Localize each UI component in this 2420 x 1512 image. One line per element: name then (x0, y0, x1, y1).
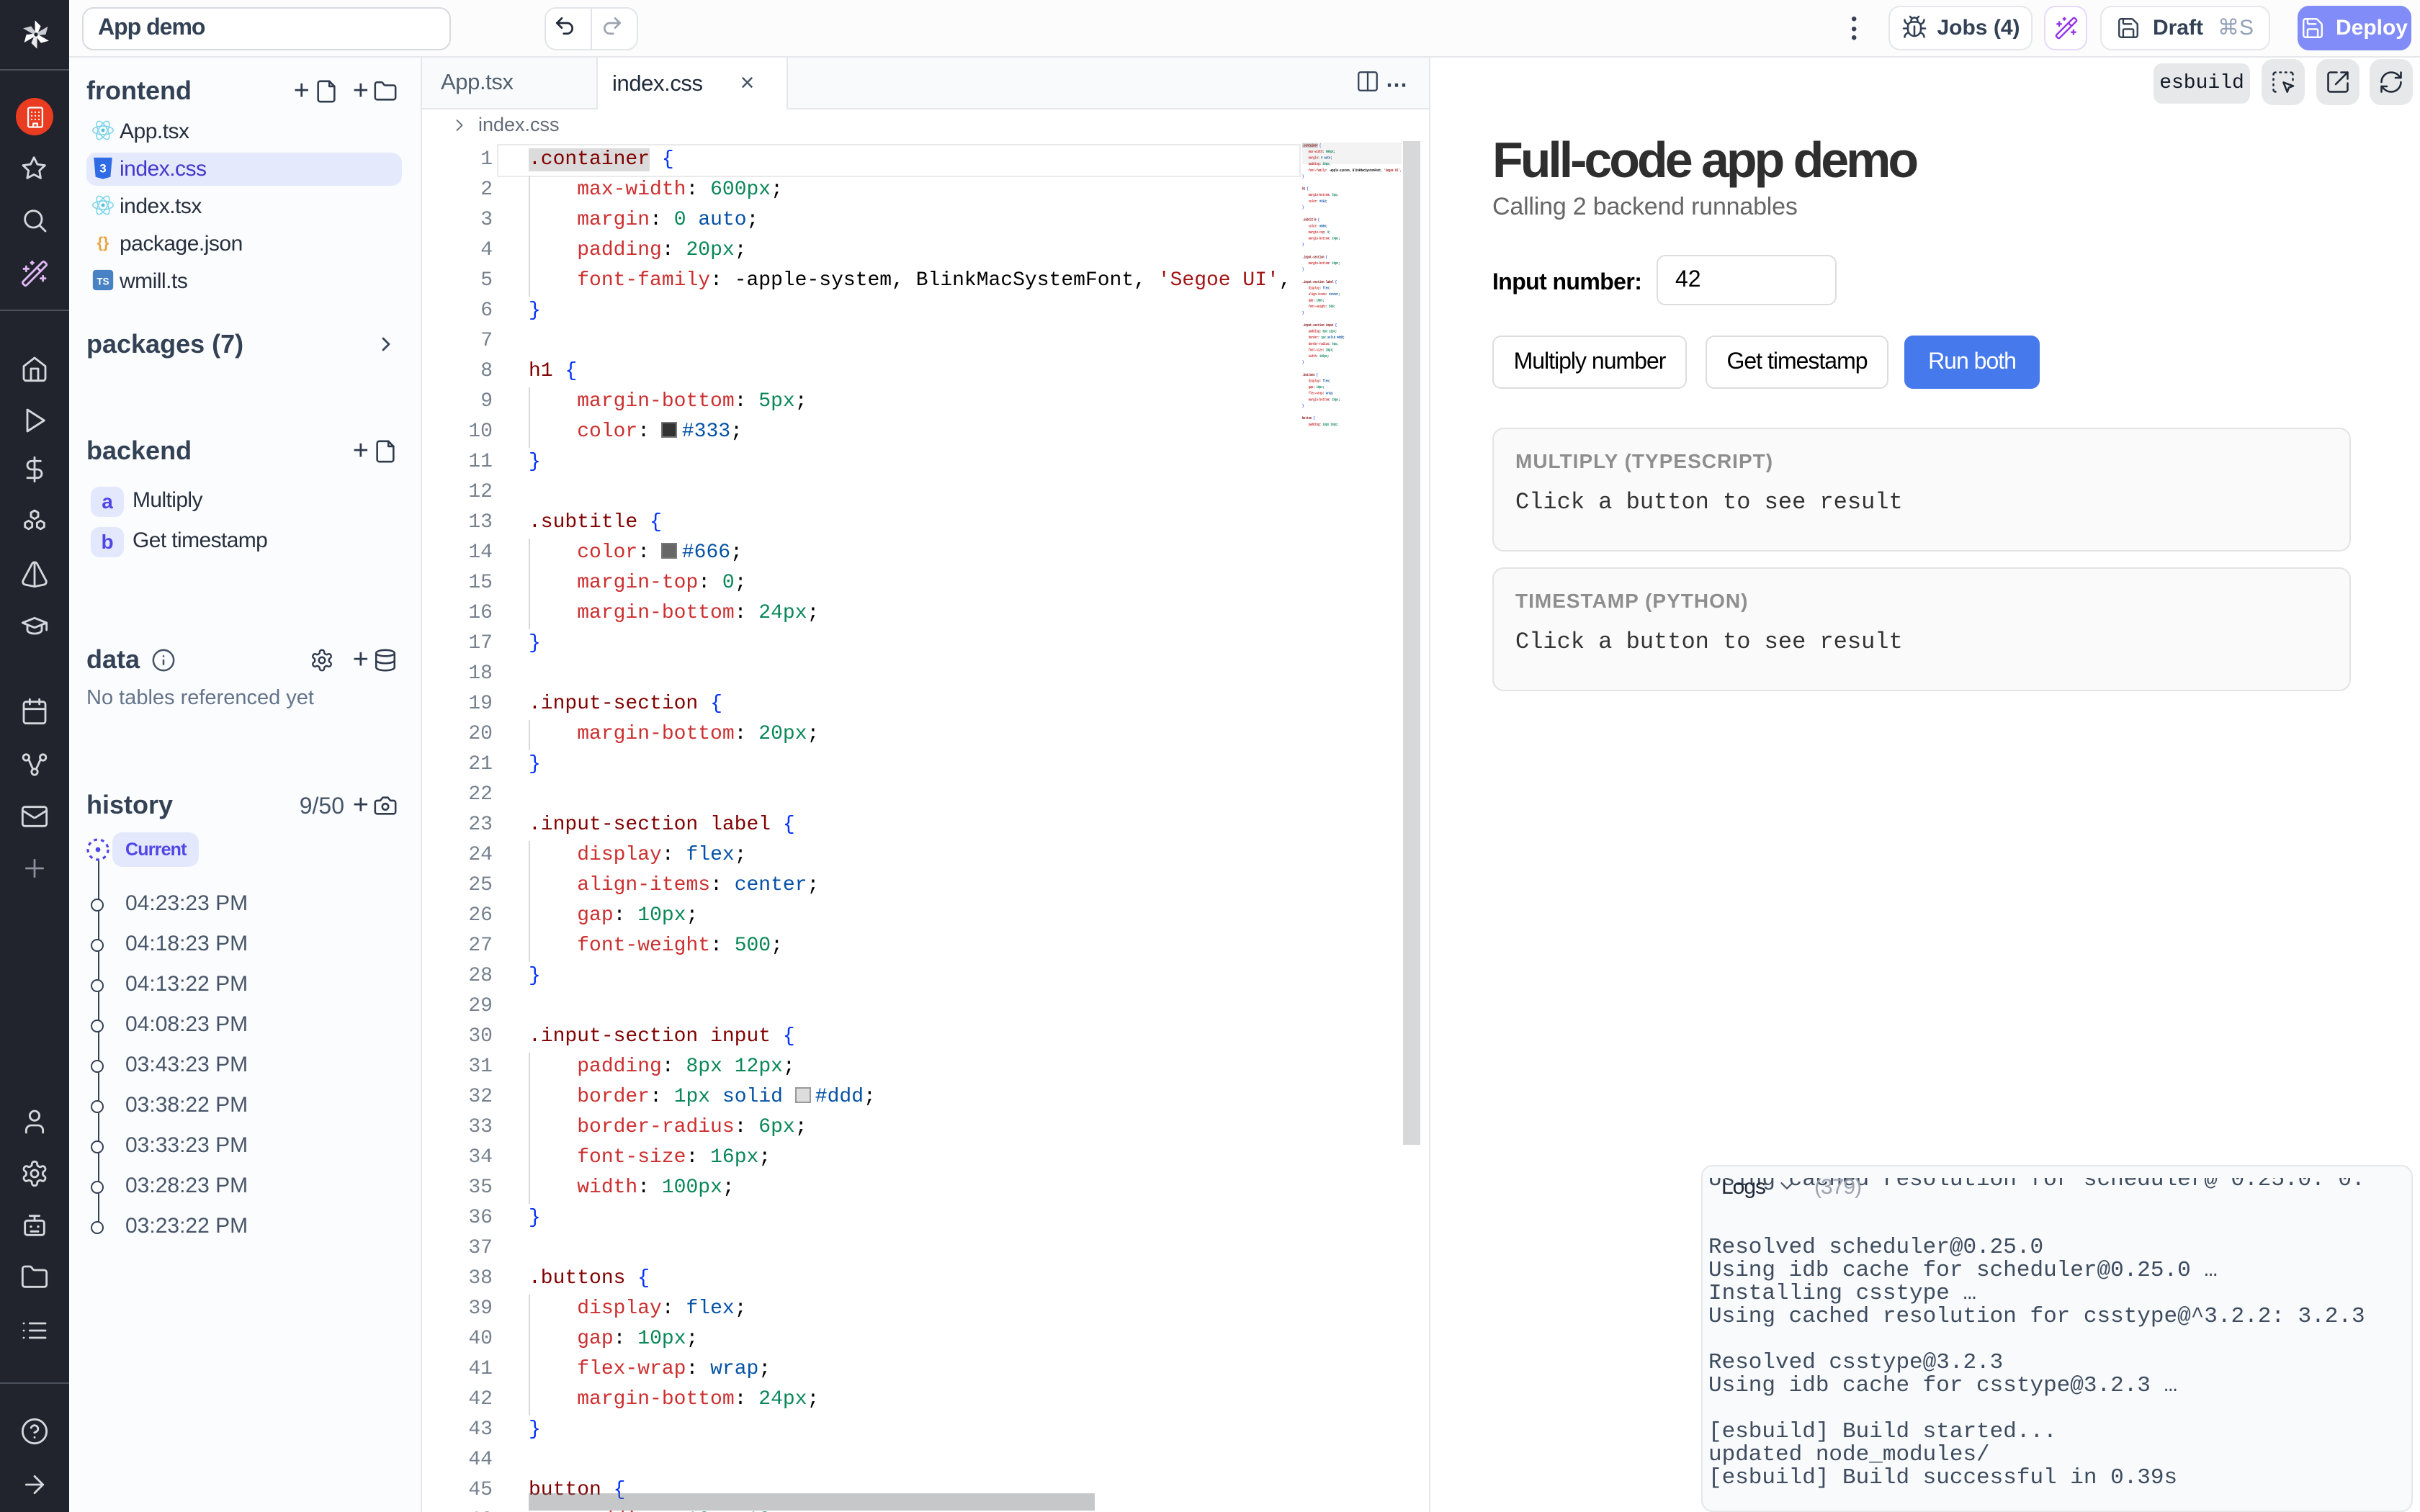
svg-text:TS: TS (97, 276, 109, 287)
svg-text:3: 3 (99, 161, 106, 175)
svg-text:{}: {} (97, 234, 109, 251)
